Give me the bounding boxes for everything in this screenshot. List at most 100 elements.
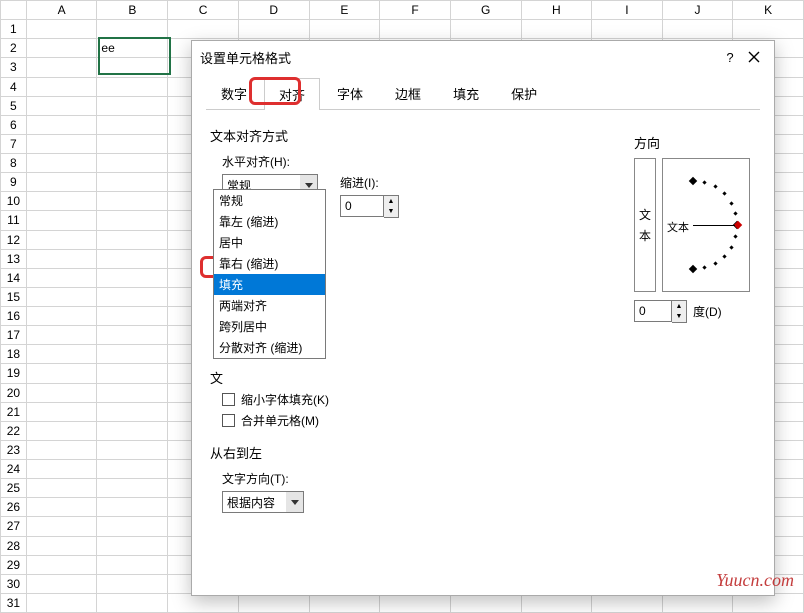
- row-header-9[interactable]: 9: [1, 173, 27, 192]
- cell-E31[interactable]: [309, 593, 380, 612]
- cell-K31[interactable]: [733, 593, 804, 612]
- cell-K1[interactable]: [733, 20, 804, 39]
- indent-input[interactable]: [340, 195, 384, 217]
- row-header-11[interactable]: 11: [1, 211, 27, 230]
- cell-A9[interactable]: [26, 173, 97, 192]
- tab-3[interactable]: 边框: [380, 77, 436, 109]
- cell-B6[interactable]: [97, 115, 168, 134]
- cell-B4[interactable]: [97, 77, 168, 96]
- cell-B19[interactable]: [97, 364, 168, 383]
- cell-G31[interactable]: [450, 593, 521, 612]
- cell-A31[interactable]: [26, 593, 97, 612]
- row-header-1[interactable]: 1: [1, 20, 27, 39]
- row-header-7[interactable]: 7: [1, 134, 27, 153]
- cell-B5[interactable]: [97, 96, 168, 115]
- cell-A10[interactable]: [26, 192, 97, 211]
- cell-H31[interactable]: [521, 593, 592, 612]
- indent-up[interactable]: ▲: [384, 196, 398, 207]
- cell-J31[interactable]: [662, 593, 733, 612]
- col-header-H[interactable]: H: [521, 1, 592, 20]
- cell-B30[interactable]: [97, 574, 168, 593]
- tab-5[interactable]: 保护: [496, 77, 552, 109]
- halign-option-6[interactable]: 跨列居中: [214, 316, 325, 337]
- cell-B12[interactable]: [97, 230, 168, 249]
- row-header-24[interactable]: 24: [1, 460, 27, 479]
- row-header-29[interactable]: 29: [1, 555, 27, 574]
- degree-input[interactable]: [634, 300, 672, 322]
- orient-vertical[interactable]: 文 本: [634, 158, 656, 292]
- cell-A19[interactable]: [26, 364, 97, 383]
- halign-option-3[interactable]: 靠右 (缩进): [214, 253, 325, 274]
- halign-option-1[interactable]: 靠左 (缩进): [214, 211, 325, 232]
- row-header-3[interactable]: 3: [1, 58, 27, 77]
- cell-A6[interactable]: [26, 115, 97, 134]
- row-header-19[interactable]: 19: [1, 364, 27, 383]
- cell-B13[interactable]: [97, 249, 168, 268]
- cell-A21[interactable]: [26, 402, 97, 421]
- cell-A29[interactable]: [26, 555, 97, 574]
- cell-B17[interactable]: [97, 326, 168, 345]
- cell-D31[interactable]: [238, 593, 309, 612]
- col-header-I[interactable]: I: [592, 1, 663, 20]
- cell-A2[interactable]: [26, 39, 97, 58]
- row-header-20[interactable]: 20: [1, 383, 27, 402]
- cell-A25[interactable]: [26, 479, 97, 498]
- cell-A1[interactable]: [26, 20, 97, 39]
- halign-dropdown-list[interactable]: 常规靠左 (缩进)居中靠右 (缩进)填充两端对齐跨列居中分散对齐 (缩进): [213, 189, 326, 359]
- cell-B2[interactable]: ee: [97, 39, 168, 58]
- halign-option-7[interactable]: 分散对齐 (缩进): [214, 337, 325, 358]
- col-header-D[interactable]: D: [238, 1, 309, 20]
- cell-A15[interactable]: [26, 287, 97, 306]
- cell-J1[interactable]: [662, 20, 733, 39]
- cell-A3[interactable]: [26, 58, 97, 77]
- indent-spinner[interactable]: ▲ ▼: [340, 195, 399, 218]
- row-header-23[interactable]: 23: [1, 440, 27, 459]
- col-header-A[interactable]: A: [26, 1, 97, 20]
- row-header-27[interactable]: 27: [1, 517, 27, 536]
- help-button[interactable]: ?: [718, 45, 742, 69]
- degree-down[interactable]: ▼: [672, 312, 686, 323]
- cell-B8[interactable]: [97, 154, 168, 173]
- cell-A17[interactable]: [26, 326, 97, 345]
- cell-A22[interactable]: [26, 421, 97, 440]
- row-header-28[interactable]: 28: [1, 536, 27, 555]
- cell-B26[interactable]: [97, 498, 168, 517]
- col-header-G[interactable]: G: [450, 1, 521, 20]
- cell-A26[interactable]: [26, 498, 97, 517]
- cell-A7[interactable]: [26, 134, 97, 153]
- row-header-14[interactable]: 14: [1, 268, 27, 287]
- row-header-6[interactable]: 6: [1, 115, 27, 134]
- cell-A4[interactable]: [26, 77, 97, 96]
- row-header-16[interactable]: 16: [1, 307, 27, 326]
- cell-B11[interactable]: [97, 211, 168, 230]
- col-header-E[interactable]: E: [309, 1, 380, 20]
- cell-B28[interactable]: [97, 536, 168, 555]
- indent-down[interactable]: ▼: [384, 207, 398, 218]
- cell-A12[interactable]: [26, 230, 97, 249]
- cell-B10[interactable]: [97, 192, 168, 211]
- cell-A5[interactable]: [26, 96, 97, 115]
- cell-B1[interactable]: [97, 20, 168, 39]
- cell-B16[interactable]: [97, 307, 168, 326]
- cell-A24[interactable]: [26, 460, 97, 479]
- cell-D1[interactable]: [238, 20, 309, 39]
- col-header-K[interactable]: K: [733, 1, 804, 20]
- halign-option-0[interactable]: 常规: [214, 190, 325, 211]
- cell-A8[interactable]: [26, 154, 97, 173]
- cell-A18[interactable]: [26, 345, 97, 364]
- cell-A16[interactable]: [26, 307, 97, 326]
- textdir-dropdown-button[interactable]: [286, 491, 304, 513]
- col-header-C[interactable]: C: [168, 1, 239, 20]
- col-header-B[interactable]: B: [97, 1, 168, 20]
- row-header-31[interactable]: 31: [1, 593, 27, 612]
- tab-2[interactable]: 字体: [322, 77, 378, 109]
- cell-B9[interactable]: [97, 173, 168, 192]
- row-header-8[interactable]: 8: [1, 154, 27, 173]
- cell-B20[interactable]: [97, 383, 168, 402]
- row-header-25[interactable]: 25: [1, 479, 27, 498]
- row-header-10[interactable]: 10: [1, 192, 27, 211]
- cell-B24[interactable]: [97, 460, 168, 479]
- row-header-17[interactable]: 17: [1, 326, 27, 345]
- merge-checkbox[interactable]: 合并单元格(M): [222, 412, 756, 429]
- cell-B3[interactable]: [97, 58, 168, 77]
